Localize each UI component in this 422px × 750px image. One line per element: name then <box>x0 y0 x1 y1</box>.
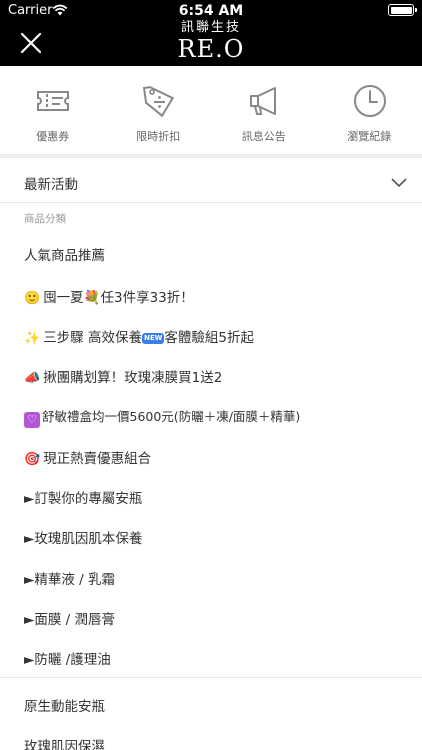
popular-products-item[interactable]: 人氣商品推薦 <box>0 238 422 268</box>
smile-emoji-icon: 🙂 <box>24 291 41 306</box>
category-item-label: ►玫瑰肌因肌本保養 <box>24 531 143 547</box>
logo-chinese-text: 訊聯生技 <box>180 20 241 35</box>
sparkles-emoji-icon: ✨ <box>24 331 41 346</box>
category-item[interactable]: ►面膜 / 潤唇膏 <box>0 602 422 632</box>
list-item[interactable]: ✨ 三步驟 高效保養 NEW 客體驗組5折起 <box>0 320 422 350</box>
target-emoji-icon: 🎯 <box>24 452 41 467</box>
list-item-text: 舒敏禮盒均一價5600元(防曬＋凍/面膜＋精華) <box>42 409 301 424</box>
list-item[interactable]: ♡ 舒敏禮盒均一價5600元(防曬＋凍/面膜＋精華) <box>0 400 422 430</box>
popular-products-label: 人氣商品推薦 <box>24 248 105 264</box>
new-badge-icon: NEW <box>141 333 165 344</box>
brand-logo: 訊聯生技 RE.O <box>166 20 256 66</box>
browse-history-label: 瀏覽紀錄 <box>347 130 392 143</box>
category-item[interactable]: ►玫瑰肌因肌本保養 <box>0 521 422 551</box>
logo-english-text: RE.O <box>177 35 245 63</box>
clock-icon <box>353 85 386 117</box>
announcement-button[interactable]: 訊息公告 <box>211 66 317 154</box>
heart-emoji-icon: ♡ <box>24 412 40 428</box>
row-divider <box>0 202 422 203</box>
list-item-text: 揪團購划算！玫瑰凍膜買1送2 <box>43 370 223 386</box>
category-item-label: ►面膜 / 潤唇膏 <box>24 612 116 628</box>
status-bar: Carrier 6:54 AM <box>0 0 422 22</box>
list-item-label: 📣 揪團購划算！玫瑰凍膜買1送2 <box>24 366 222 386</box>
megaphone-icon <box>250 87 276 115</box>
list-item-label: 🎯 現正熱賣優惠組合 <box>24 447 151 467</box>
latest-activities-row[interactable]: 最新活動 <box>0 158 422 202</box>
quick-action-bar: 優惠券 限時折扣 訊息公告 瀏覽紀錄 <box>0 66 422 154</box>
announcement-label: 訊息公告 <box>241 130 286 143</box>
category-item[interactable]: ►訂製你的專屬安瓶 <box>0 481 422 511</box>
browse-history-button[interactable]: 瀏覽紀錄 <box>317 66 422 154</box>
list-item-label: ✨ 三步驟 高效保養 NEW 客體驗組5折起 <box>24 326 254 346</box>
list-item[interactable]: 📣 揪團購划算！玫瑰凍膜買1送2 <box>0 360 422 390</box>
category-item[interactable]: ►精華液 / 乳霜 <box>0 562 422 592</box>
list-item[interactable]: 🙂 囤一夏💐任3件享33折！ <box>0 280 422 310</box>
list-item[interactable]: 🎯 現正熱賣優惠組合 <box>0 441 422 471</box>
discount-tag-icon <box>142 86 174 118</box>
category-item[interactable]: 原生動能安瓶 <box>0 689 422 719</box>
limited-discount-button[interactable]: 限時折扣 <box>106 66 212 154</box>
coupon-button[interactable]: 優惠券 <box>0 66 106 154</box>
close-button[interactable] <box>18 30 44 56</box>
clock-time: 6:54 AM <box>178 3 244 19</box>
list-item-text: 現正熱賣優惠組合 <box>43 451 152 467</box>
category-item[interactable]: 玫瑰肌因保濕 <box>0 729 422 750</box>
list-item-text: 三步驟 高效保養 <box>43 330 142 346</box>
latest-activities-label: 最新活動 <box>24 177 78 193</box>
row-divider <box>0 677 422 678</box>
category-item-label: 玫瑰肌因保濕 <box>24 739 105 750</box>
category-item-label: ►精華液 / 乳霜 <box>24 572 116 588</box>
list-item-label: ♡ 舒敏禮盒均一價5600元(防曬＋凍/面膜＋精華) <box>24 406 300 428</box>
coupon-label: 優惠券 <box>36 130 70 143</box>
category-item-label: ►防曬 /護理油 <box>24 652 111 668</box>
category-item-label: ►訂製你的專屬安瓶 <box>24 491 143 507</box>
category-header: 商品分類 <box>24 213 66 225</box>
side-menu: 最新活動 商品分類 人氣商品推薦 🙂 囤一夏💐任3件享33折！ ✨ 三步驟 高效保養… <box>0 158 422 750</box>
list-item-label: 🙂 囤一夏💐任3件享33折！ <box>24 286 194 306</box>
limited-discount-label: 限時折扣 <box>136 130 181 143</box>
category-item-label: 原生動能安瓶 <box>24 699 105 715</box>
megaphone-emoji-icon: 📣 <box>24 371 41 386</box>
chevron-down-icon <box>391 178 407 188</box>
ticket-icon <box>37 91 69 111</box>
app-header: Carrier 6:54 AM 訊聯生技 RE.O <box>0 0 422 66</box>
battery-icon <box>388 4 417 16</box>
list-item-suffix: 客體驗組5折起 <box>164 330 254 346</box>
list-item-text: 囤一夏💐任3件享33折！ <box>43 290 194 306</box>
category-item[interactable]: ►防曬 /護理油 <box>0 642 422 672</box>
